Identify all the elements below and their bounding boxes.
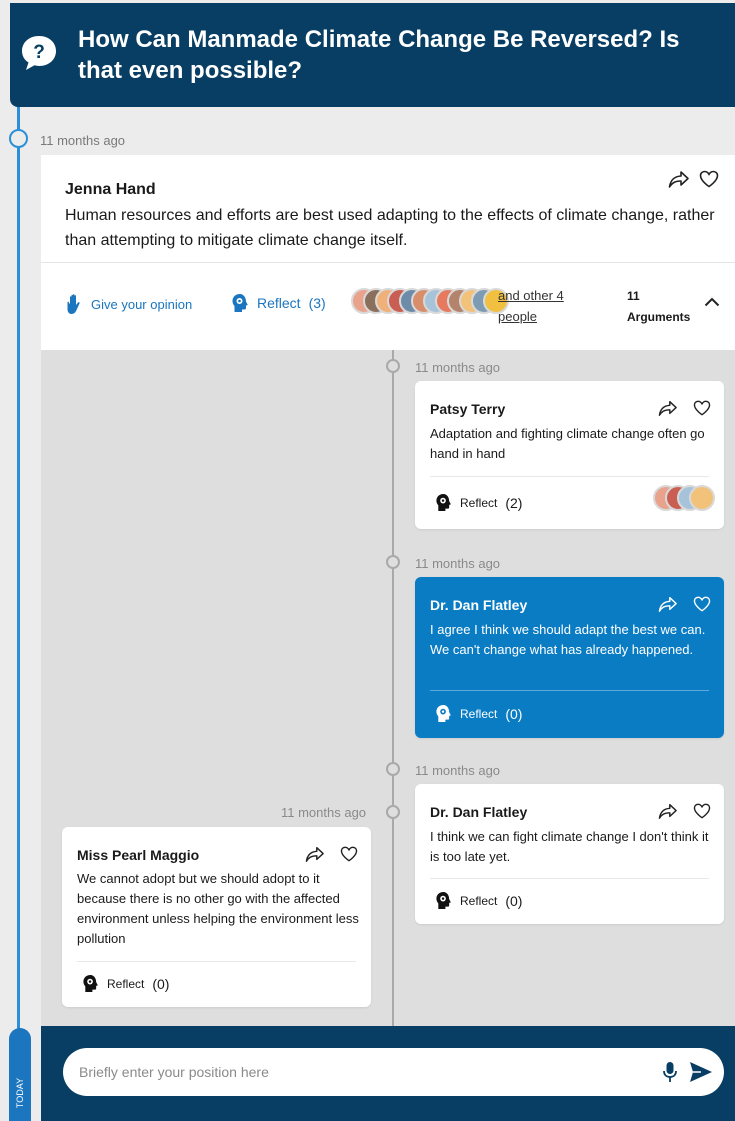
reply-text: Adaptation and fighting climate change o… bbox=[430, 426, 705, 461]
main-post-card: Jenna Hand Human resources and efforts a… bbox=[41, 155, 735, 350]
reflect-label: Reflect bbox=[107, 976, 145, 991]
reply-timestamp: 11 months ago bbox=[415, 556, 501, 571]
divider bbox=[430, 690, 709, 691]
reply-timestamp: 11 months ago bbox=[281, 805, 367, 820]
share-icon[interactable] bbox=[657, 399, 679, 417]
post-text: Human resources and efforts are best use… bbox=[65, 207, 715, 249]
reply-timestamp: 11 months ago bbox=[415, 360, 501, 375]
timeline-line bbox=[17, 107, 20, 1032]
reflect-label: Reflect bbox=[460, 893, 498, 908]
reflect-head-icon bbox=[232, 294, 248, 312]
reply-actions bbox=[657, 802, 711, 820]
participant-avatars[interactable] bbox=[653, 485, 715, 511]
reflect-head-icon bbox=[83, 975, 98, 992]
give-opinion-label: Give your opinion bbox=[91, 296, 193, 312]
timeline-node bbox=[9, 129, 28, 148]
reflect-head-icon bbox=[436, 892, 451, 909]
share-icon[interactable] bbox=[304, 845, 326, 863]
heart-icon[interactable] bbox=[693, 803, 711, 819]
reflect-button[interactable]: Reflect (0) bbox=[82, 974, 169, 993]
reply-author: Miss Pearl Maggio bbox=[77, 847, 200, 863]
reflect-count: (0) bbox=[152, 975, 170, 992]
arguments-label: Arguments bbox=[627, 310, 691, 324]
participant-avatars[interactable] bbox=[351, 288, 509, 314]
position-input-wrapper bbox=[63, 1048, 724, 1096]
divider bbox=[430, 878, 709, 879]
heart-icon[interactable] bbox=[693, 400, 711, 416]
other-people-link[interactable]: and other 4 people bbox=[498, 285, 588, 327]
reply-actions bbox=[304, 845, 358, 863]
timeline-node bbox=[386, 359, 400, 373]
question-bubble-icon: ? bbox=[22, 36, 56, 70]
share-icon[interactable] bbox=[657, 802, 679, 820]
share-icon[interactable] bbox=[667, 169, 691, 189]
reply-card-highlighted: Dr. Dan Flatley I agree I think we shoul… bbox=[415, 577, 724, 738]
reply-author: Patsy Terry bbox=[430, 401, 506, 417]
heart-icon[interactable] bbox=[699, 170, 719, 188]
replies-timeline-line bbox=[392, 350, 394, 1026]
divider bbox=[77, 961, 356, 962]
reflect-label: Reflect bbox=[460, 495, 498, 510]
reply-timestamp: 11 months ago bbox=[415, 763, 501, 778]
post-author: Jenna Hand bbox=[65, 181, 156, 198]
reply-card: Dr. Dan Flatley I think we can fight cli… bbox=[415, 784, 724, 924]
reply-actions bbox=[657, 399, 711, 417]
microphone-icon[interactable] bbox=[663, 1061, 677, 1083]
reflect-label: Reflect bbox=[460, 706, 498, 721]
timeline-node bbox=[386, 555, 400, 569]
reflect-count: (3) bbox=[308, 295, 326, 311]
hand-icon bbox=[67, 294, 80, 314]
page-title: How Can Manmade Climate Change Be Revers… bbox=[78, 26, 680, 84]
chevron-up-icon[interactable] bbox=[704, 297, 720, 307]
reflect-count: (0) bbox=[505, 892, 523, 909]
timeline-node bbox=[386, 762, 400, 776]
reply-author: Dr. Dan Flatley bbox=[430, 804, 528, 820]
divider bbox=[41, 262, 735, 263]
divider bbox=[430, 476, 709, 477]
timeline-node bbox=[386, 805, 400, 819]
post-timestamp: 11 months ago bbox=[40, 133, 126, 148]
reflect-button[interactable]: Reflect (2) bbox=[435, 493, 522, 512]
reflect-head-icon bbox=[436, 705, 451, 722]
reply-actions bbox=[657, 595, 711, 613]
position-input[interactable] bbox=[79, 1060, 639, 1084]
reflect-button[interactable]: Reflect (3) bbox=[231, 293, 326, 313]
svg-text:?: ? bbox=[33, 42, 45, 63]
reflect-button[interactable]: Reflect (0) bbox=[435, 891, 522, 910]
today-label: TODAY bbox=[15, 1077, 25, 1109]
give-opinion-button[interactable]: Give your opinion bbox=[65, 293, 192, 315]
heart-icon[interactable] bbox=[693, 596, 711, 612]
reflect-label: Reflect bbox=[257, 295, 301, 311]
share-icon[interactable] bbox=[657, 595, 679, 613]
reply-text: I agree I think we should adapt the best… bbox=[430, 622, 706, 657]
arguments-counter: 11 Arguments bbox=[627, 286, 690, 328]
reply-text: We cannot adopt but we should adopt to i… bbox=[77, 871, 359, 946]
reflect-button[interactable]: Reflect (0) bbox=[435, 704, 522, 723]
reply-card: Patsy Terry Adaptation and fighting clim… bbox=[415, 381, 724, 529]
send-icon[interactable] bbox=[689, 1061, 713, 1083]
reply-card: Miss Pearl Maggio We cannot adopt but we… bbox=[62, 827, 371, 1007]
heart-icon[interactable] bbox=[340, 846, 358, 862]
reflect-head-icon bbox=[436, 494, 451, 511]
arguments-count: 11 bbox=[627, 289, 640, 303]
reply-text: I think we can fight climate change I do… bbox=[430, 829, 709, 864]
avatar bbox=[689, 485, 715, 511]
reply-author: Dr. Dan Flatley bbox=[430, 597, 528, 613]
reflect-count: (0) bbox=[505, 705, 523, 722]
reflect-count: (2) bbox=[505, 494, 523, 511]
